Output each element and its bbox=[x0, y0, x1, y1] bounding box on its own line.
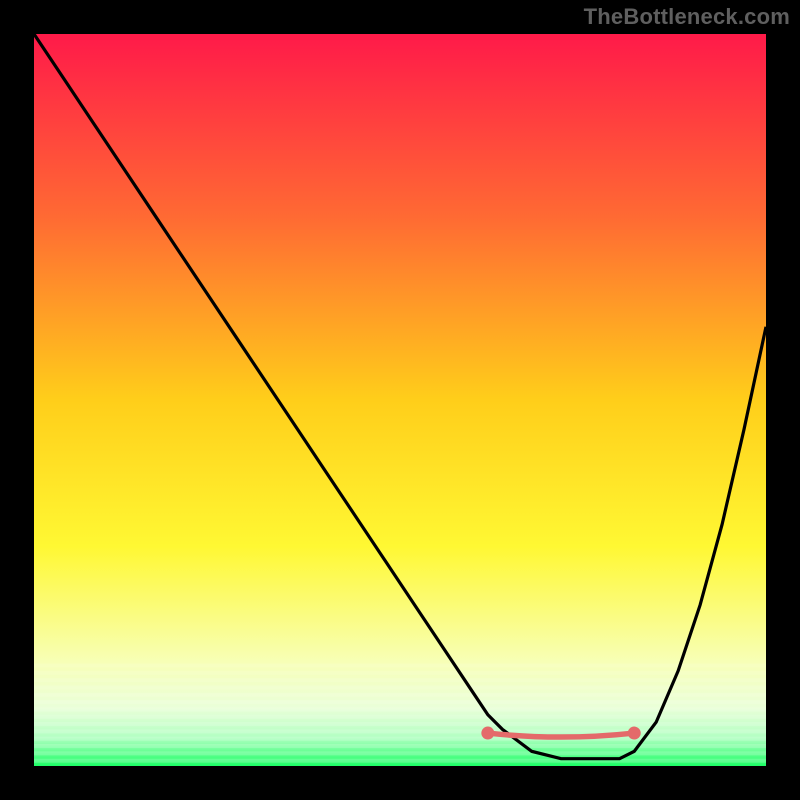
gradient-background bbox=[34, 34, 766, 766]
flat-segment-left-cap bbox=[481, 727, 494, 740]
chart-plot bbox=[34, 34, 766, 766]
chart-frame: TheBottleneck.com bbox=[0, 0, 800, 800]
watermark-text: TheBottleneck.com bbox=[584, 4, 790, 30]
flat-segment-right-cap bbox=[628, 727, 641, 740]
